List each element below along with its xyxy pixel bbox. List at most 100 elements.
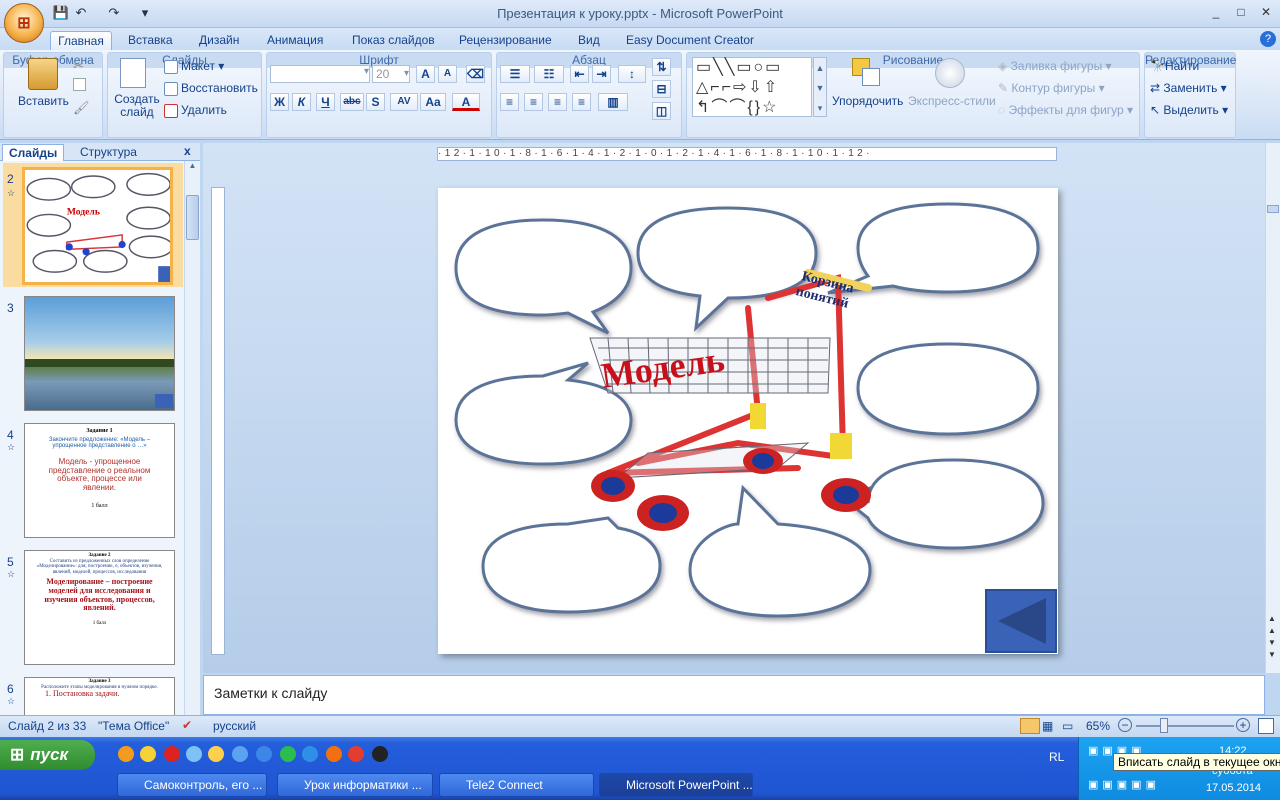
columns-button[interactable]: ▥ [598, 93, 628, 111]
align-right-button[interactable]: ≡ [548, 93, 567, 111]
prev-next-slide-icons[interactable]: ▲ ▲ ▼ ▼ [1268, 613, 1276, 661]
justify-button[interactable]: ≡ [572, 93, 591, 111]
tab-home[interactable]: Главная [50, 31, 112, 50]
taskbar-window-1[interactable]: Самоконтроль, его ... [117, 773, 267, 797]
numbering-button[interactable]: ☷ [534, 65, 564, 83]
minimize-button[interactable]: _ [1205, 4, 1227, 20]
shapes-gallery-scroll[interactable]: ▲ ▼ ▾ [813, 57, 827, 117]
grow-font-button[interactable]: A [416, 65, 435, 83]
notes-pane[interactable]: Заметки к слайду [203, 675, 1265, 715]
italic-button[interactable]: К [292, 93, 311, 111]
slide-thumbnail-5[interactable]: Задание 2 Составить из предложенных слов… [24, 550, 175, 665]
quicklaunch-icon[interactable] [280, 746, 296, 762]
theme-name[interactable]: "Тема Office" [98, 719, 169, 733]
zoom-out-icon[interactable]: − [1118, 718, 1132, 732]
close-pane-button[interactable]: x [184, 144, 191, 158]
font-color-button[interactable]: A [452, 93, 480, 111]
quicklaunch-icon[interactable] [186, 746, 202, 762]
slide-thumbnail-4[interactable]: Задание 1 Закончите предложение: «Модель… [24, 423, 175, 538]
slide-thumbnail-6[interactable]: Задание 3 Расположите этапы моделировани… [24, 677, 175, 715]
find-button[interactable]: 🔭Найти [1150, 59, 1199, 73]
tab-animation[interactable]: Анимация [261, 31, 329, 50]
help-icon[interactable]: ? [1260, 31, 1276, 47]
select-button[interactable]: ↖ Выделить ▾ [1150, 103, 1228, 117]
shapes-gallery[interactable]: ▭╲╲▭○▭ △⌐⌐⇨⇩⇧ ↰⌒⌒{}☆ [692, 57, 812, 117]
tab-outline[interactable]: Структура [74, 144, 143, 161]
tab-review[interactable]: Рецензирование [453, 31, 558, 50]
underline-button[interactable]: Ч [316, 93, 335, 111]
tab-slides[interactable]: Слайды [2, 144, 65, 161]
firefox-icon[interactable] [326, 746, 342, 762]
office-button[interactable]: ⊞ [4, 3, 44, 43]
scroll-up-icon[interactable]: ▲ [186, 161, 199, 175]
taskbar-window-4[interactable]: Microsoft PowerPoint ... [599, 773, 753, 797]
shape-effects-button[interactable]: ◌ Эффекты для фигур ▾ [998, 103, 1133, 117]
taskbar-window-2[interactable]: Урок информатики ... [277, 773, 433, 797]
new-slide-button[interactable]: Создать слайд [114, 93, 160, 119]
close-button[interactable]: ✕ [1255, 4, 1277, 20]
slide-canvas[interactable]: Модель Корзина понятий [438, 188, 1058, 654]
fit-slide-icon[interactable] [1258, 718, 1274, 734]
replace-button[interactable]: ⇄ Заменить ▾ [1150, 81, 1227, 95]
language-indicator[interactable]: RL [1049, 750, 1064, 764]
quicklaunch-icon[interactable] [140, 746, 156, 762]
align-center-button[interactable]: ≡ [524, 93, 543, 111]
slide-sorter-icon[interactable]: ▦ [1042, 719, 1053, 733]
zoom-slider-thumb[interactable] [1160, 718, 1168, 733]
quicklaunch-icon[interactable] [256, 746, 272, 762]
slides-pane-scrollbar[interactable]: ▲ [184, 161, 200, 715]
paste-button[interactable]: Вставить [18, 94, 69, 108]
decrease-indent-button[interactable]: ⇤ [570, 65, 589, 83]
quicklaunch-icon[interactable] [232, 746, 248, 762]
shape-outline-button[interactable]: ✎ Контур фигуры ▾ [998, 81, 1105, 95]
strikethrough-button[interactable]: abc [340, 93, 364, 111]
maximize-button[interactable]: □ [1230, 4, 1252, 20]
format-painter-icon[interactable]: 🖌 [73, 100, 90, 116]
tray-icons-row-2[interactable]: ▣▣▣▣▣ [1088, 778, 1198, 792]
arrange-button[interactable]: Упорядочить [832, 94, 903, 108]
align-text-button[interactable]: ⊟ [652, 80, 671, 98]
scroll-thumb[interactable] [186, 195, 199, 240]
scroll-thumb[interactable] [1267, 205, 1279, 213]
increase-indent-button[interactable]: ⇥ [592, 65, 611, 83]
delete-slide-button[interactable]: Удалить [164, 103, 227, 118]
zoom-level[interactable]: 65% [1086, 719, 1110, 733]
editor-scrollbar[interactable]: ▲ ▲ ▼ ▼ [1265, 143, 1280, 673]
shadow-button[interactable]: S [366, 93, 385, 111]
align-left-button[interactable]: ≡ [500, 93, 519, 111]
start-button[interactable]: ⊞ пуск [0, 740, 95, 770]
cut-icon[interactable]: ✂ [73, 58, 84, 74]
normal-view-icon[interactable] [1020, 718, 1040, 734]
clear-format-button[interactable]: ⌫ [466, 65, 485, 83]
zoom-in-icon[interactable]: + [1236, 718, 1250, 732]
zoom-slider[interactable] [1136, 725, 1234, 727]
quicklaunch-icon[interactable] [118, 746, 134, 762]
shape-fill-button[interactable]: ◈ Заливка фигуры ▾ [998, 59, 1112, 73]
slide-thumbnail-3[interactable] [24, 296, 175, 411]
line-spacing-button[interactable]: ↕ [618, 65, 646, 83]
tab-insert[interactable]: Вставка [122, 31, 179, 50]
quicklaunch-icon[interactable] [302, 746, 318, 762]
slide-thumbnail-2[interactable]: Модель [22, 167, 173, 285]
quicklaunch-icon[interactable] [208, 746, 224, 762]
tab-design[interactable]: Дизайн [193, 31, 245, 50]
language-label[interactable]: русский [213, 719, 256, 733]
convert-smartart-button[interactable]: ◫ [652, 102, 671, 120]
font-size-box[interactable]: 20 ▾ [372, 65, 410, 83]
taskbar-window-3[interactable]: Tele2 Connect [439, 773, 594, 797]
reset-button[interactable]: Восстановить [164, 81, 258, 96]
slideshow-view-icon[interactable]: ▭ [1062, 719, 1073, 733]
tab-view[interactable]: Вид [572, 31, 606, 50]
spellcheck-icon[interactable]: ✔ [182, 718, 192, 732]
copy-icon[interactable] [73, 78, 86, 91]
bullets-button[interactable]: ☰ [500, 65, 530, 83]
text-direction-button[interactable]: ⇅ [652, 58, 671, 76]
quick-styles-button[interactable]: Экспресс-стили [908, 94, 996, 108]
bold-button[interactable]: Ж [270, 93, 289, 111]
shrink-font-button[interactable]: A [438, 65, 457, 83]
layout-button[interactable]: Макет ▾ [164, 59, 224, 74]
tab-easy-document-creator[interactable]: Easy Document Creator [620, 31, 760, 50]
quicklaunch-icon[interactable] [372, 746, 388, 762]
tab-slideshow[interactable]: Показ слайдов [346, 31, 441, 50]
font-name-box[interactable]: ▾ [270, 65, 370, 83]
